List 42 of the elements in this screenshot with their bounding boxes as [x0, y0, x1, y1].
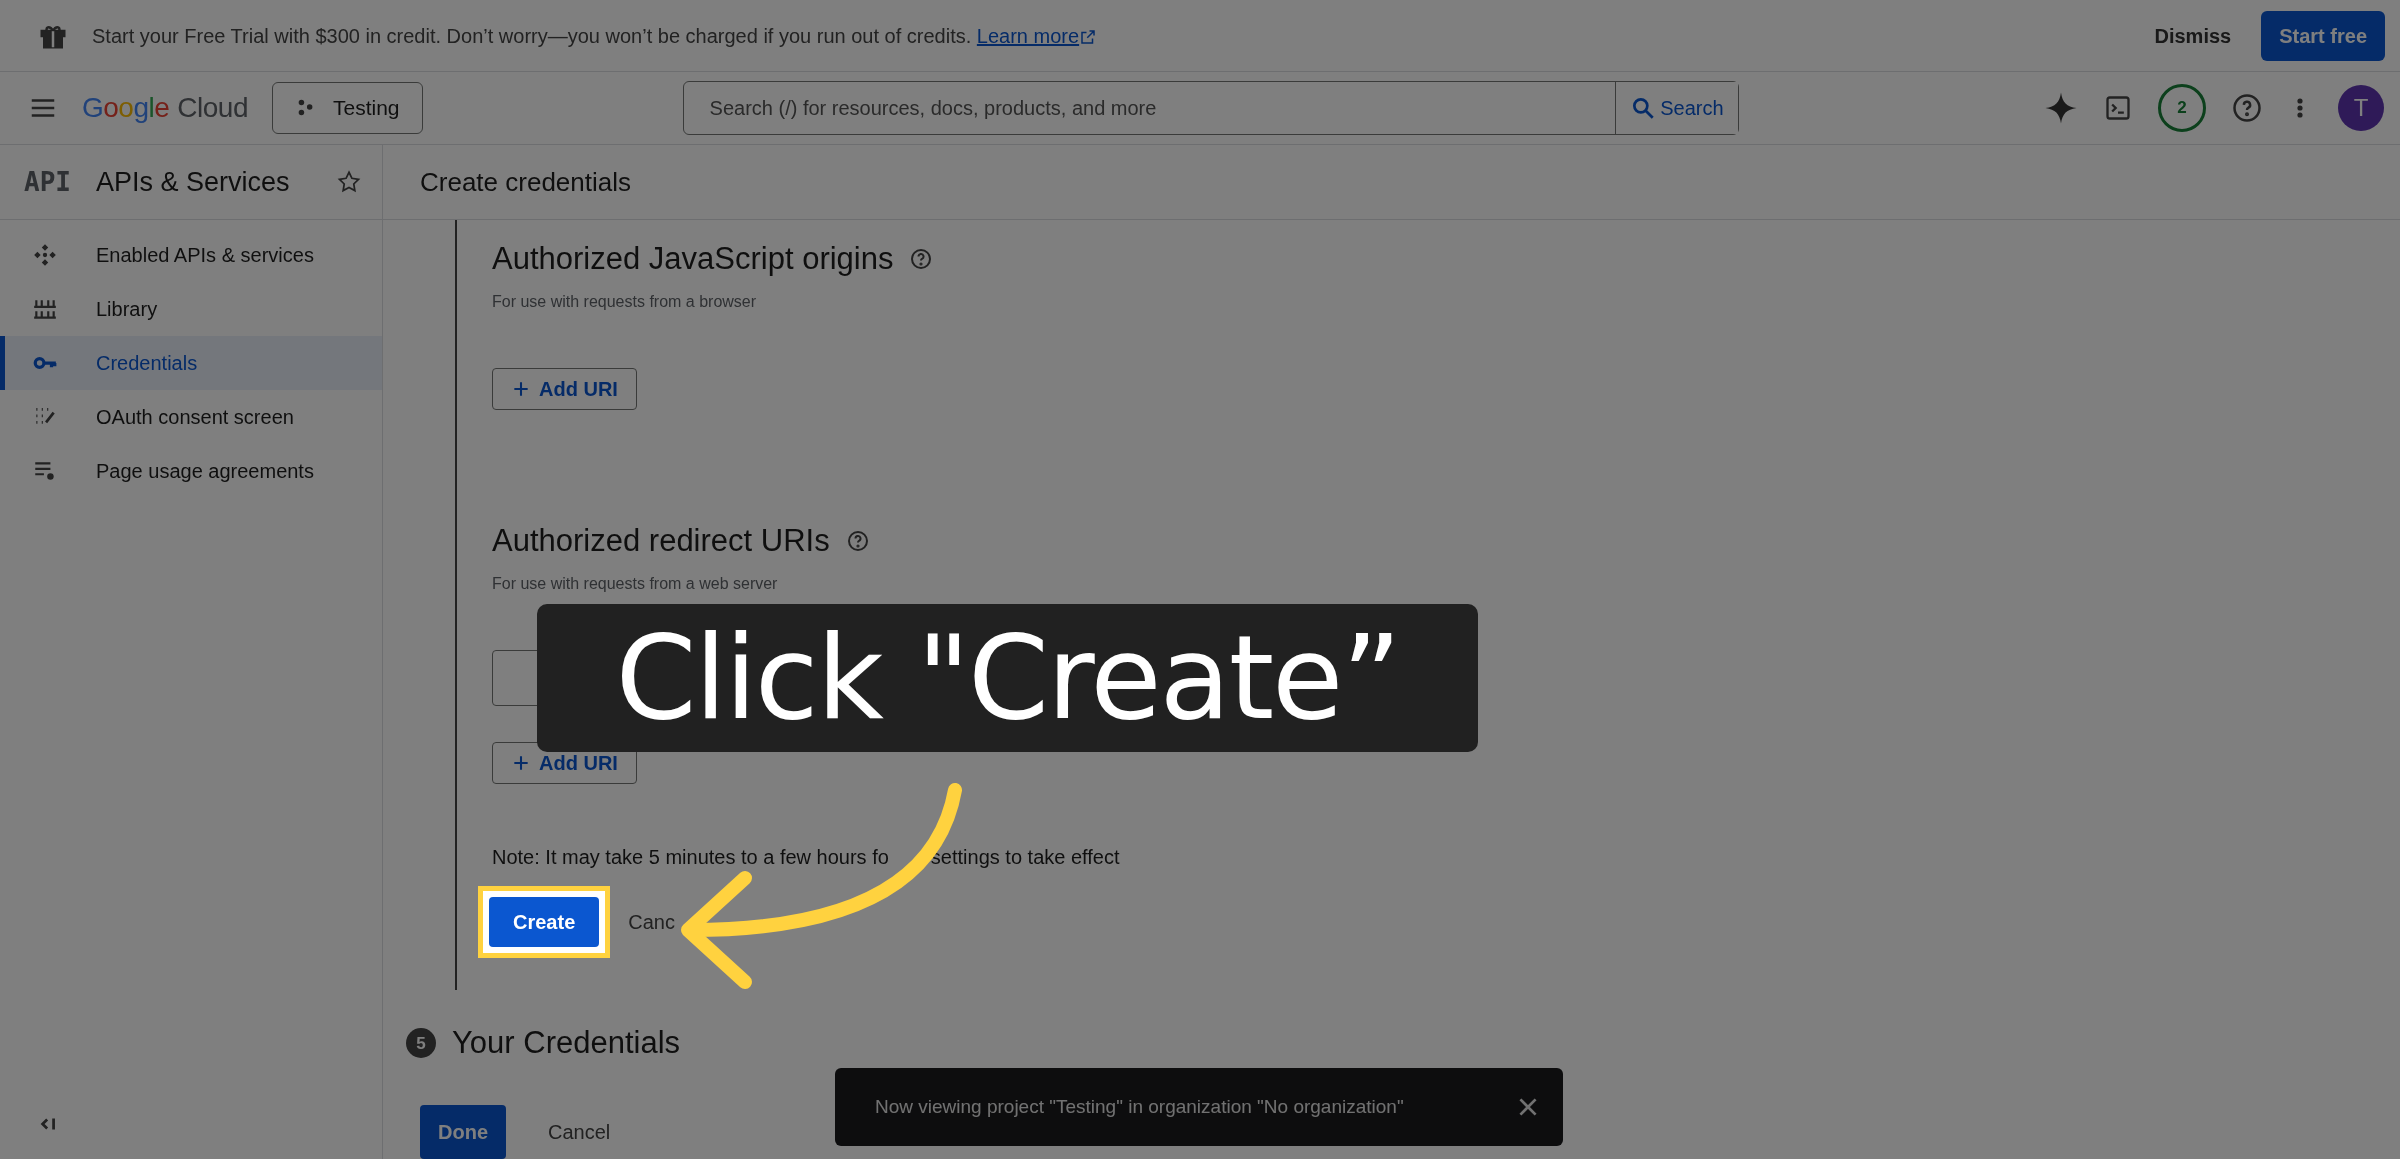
done-button[interactable]: Done: [420, 1104, 506, 1159]
help-icon[interactable]: [909, 247, 934, 271]
help-icon[interactable]: [845, 529, 870, 553]
plus-icon: [511, 753, 531, 773]
step-title: Your Credentials: [452, 1024, 681, 1062]
sidebar-title: APIs & Services: [96, 165, 290, 199]
external-link-icon: [1079, 28, 1098, 47]
add-uri-button[interactable]: Add URI: [492, 368, 637, 410]
help-icon[interactable]: [2232, 93, 2262, 123]
dismiss-button[interactable]: Dismiss: [2148, 19, 2238, 52]
sidebar-item[interactable]: Page usage agreements: [0, 444, 382, 498]
search-button[interactable]: Search: [1615, 82, 1738, 134]
star-icon[interactable]: [336, 169, 362, 195]
terminal-icon[interactable]: [2104, 94, 2132, 122]
create-button[interactable]: Create: [489, 897, 600, 947]
google-cloud-logo[interactable]: Google Cloud: [82, 87, 248, 129]
toast-message: Now viewing project "Testing" in organization "No organization": [875, 1094, 1404, 1119]
sidebar-item[interactable]: OAuth consent screen: [0, 390, 382, 444]
search-field[interactable]: Search (/) for resources, docs, products, and more Search: [682, 81, 1739, 135]
sidebar-item[interactable]: Enabled APIs & services: [0, 228, 382, 282]
section-heading: Authorized redirect URIs: [492, 522, 830, 560]
banner-text: Start your Free Trial with $300 in credit. Don’t worry—you won’t be charged if you run out of credits. Learn more: [92, 20, 1098, 51]
avatar[interactable]: T: [2338, 85, 2384, 131]
note-text: settings to take effect: [930, 845, 1120, 870]
start-free-button[interactable]: Start free: [2261, 10, 2385, 61]
cancel-button[interactable]: Canc: [622, 906, 681, 938]
sidebar-item[interactable]: Library: [0, 282, 382, 336]
sidebar-item[interactable]: Credentials: [0, 336, 382, 390]
diamond-arrows-icon: [32, 242, 58, 268]
page-title: Create credentials: [420, 165, 631, 199]
section-description: For use with requests from a web server: [492, 574, 779, 594]
note-text: Note: It may take 5 minutes to a few hours fo: [492, 845, 889, 870]
cancel-button[interactable]: Cancel: [542, 1115, 617, 1148]
step-number: 5: [406, 1028, 436, 1059]
api-logo: API: [24, 165, 72, 199]
learn-more-link[interactable]: Learn more: [976, 24, 1098, 47]
notification-count[interactable]: 2: [2158, 84, 2206, 132]
project-picker[interactable]: Testing: [272, 82, 423, 134]
section-description: For use with requests from a browser: [492, 292, 758, 312]
plus-icon: [511, 379, 531, 399]
sparkle-icon[interactable]: [2044, 91, 2078, 125]
section-heading: Authorized JavaScript origins: [492, 240, 894, 278]
